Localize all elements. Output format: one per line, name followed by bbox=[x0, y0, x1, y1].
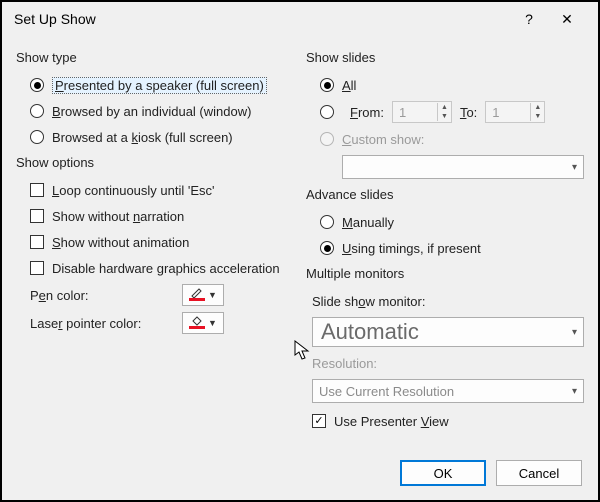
spinner-arrows: ▲▼ bbox=[437, 103, 451, 121]
checkbox-icon bbox=[30, 209, 44, 223]
check-label: Show without animation bbox=[52, 235, 189, 250]
cancel-button[interactable]: Cancel bbox=[496, 460, 582, 486]
radio-icon bbox=[320, 132, 334, 146]
show-type-title: Show type bbox=[16, 50, 294, 65]
radio-icon bbox=[30, 78, 44, 92]
radio-label: All bbox=[342, 78, 356, 93]
from-label: From: bbox=[350, 105, 384, 120]
chevron-down-icon: ▾ bbox=[572, 386, 577, 397]
pen-color-label: Pen color: bbox=[30, 288, 89, 303]
spinner-arrows: ▲▼ bbox=[530, 103, 544, 121]
to-label: To: bbox=[460, 105, 477, 120]
show-slides-title: Show slides bbox=[306, 50, 584, 65]
combo-value: Use Current Resolution bbox=[319, 384, 454, 399]
show-options-title: Show options bbox=[16, 155, 294, 170]
laser-color-label: Laser pointer color: bbox=[30, 316, 141, 331]
to-spinner[interactable]: 1 ▲▼ bbox=[485, 101, 545, 123]
custom-show-label: Custom show: bbox=[342, 132, 424, 147]
ok-button[interactable]: OK bbox=[400, 460, 486, 486]
slide-show-monitor-label: Slide show monitor: bbox=[312, 291, 584, 311]
radio-all-slides[interactable]: All bbox=[320, 75, 584, 95]
bucket-icon bbox=[189, 315, 205, 332]
checkbox-icon bbox=[312, 414, 326, 428]
laser-color-button[interactable]: ▼ bbox=[182, 312, 224, 334]
dialog-title: Set Up Show bbox=[14, 11, 510, 27]
help-button[interactable]: ? bbox=[510, 5, 548, 33]
radio-browsed-individual[interactable]: Browsed by an individual (window) bbox=[30, 101, 294, 121]
combo-value: Automatic bbox=[321, 319, 419, 345]
titlebar: Set Up Show ? ✕ bbox=[2, 2, 598, 36]
radio-presented-speaker[interactable]: Presented by a speaker (full screen) bbox=[30, 75, 294, 95]
pen-icon bbox=[189, 287, 205, 304]
radio-icon bbox=[320, 215, 334, 229]
check-label: Show without narration bbox=[52, 209, 184, 224]
check-without-narration[interactable]: Show without narration bbox=[30, 206, 294, 226]
resolution-label: Resolution: bbox=[312, 353, 584, 373]
radio-icon bbox=[320, 105, 334, 119]
chevron-down-icon: ▼ bbox=[208, 290, 217, 300]
checkbox-icon bbox=[30, 235, 44, 249]
set-up-show-dialog: Set Up Show ? ✕ Show type Presented by a… bbox=[0, 0, 600, 502]
slide-show-monitor-combo[interactable]: Automatic ▾ bbox=[312, 317, 584, 347]
custom-show-combo: ▾ bbox=[342, 155, 584, 179]
pen-color-button[interactable]: ▼ bbox=[182, 284, 224, 306]
from-spinner[interactable]: 1 ▲▼ bbox=[392, 101, 452, 123]
chevron-down-icon: ▾ bbox=[572, 327, 577, 338]
radio-using-timings[interactable]: Using timings, if present bbox=[320, 238, 584, 258]
laser-color-row: Laser pointer color: ▼ bbox=[30, 312, 294, 334]
radio-label: Browsed at a kiosk (full screen) bbox=[52, 130, 233, 145]
radio-custom-show: Custom show: bbox=[320, 129, 584, 149]
left-column: Show type Presented by a speaker (full s… bbox=[16, 42, 294, 437]
radio-icon bbox=[30, 104, 44, 118]
chevron-down-icon: ▾ bbox=[572, 162, 577, 173]
radio-label: Manually bbox=[342, 215, 394, 230]
check-without-animation[interactable]: Show without animation bbox=[30, 232, 294, 252]
checkbox-icon bbox=[30, 183, 44, 197]
radio-label: Browsed by an individual (window) bbox=[52, 104, 251, 119]
advance-slides-title: Advance slides bbox=[306, 187, 584, 202]
check-label: Loop continuously until 'Esc' bbox=[52, 183, 215, 198]
radio-browsed-kiosk[interactable]: Browsed at a kiosk (full screen) bbox=[30, 127, 294, 147]
check-label: Disable hardware graphics acceleration bbox=[52, 261, 280, 276]
radio-icon bbox=[320, 78, 334, 92]
multiple-monitors-title: Multiple monitors bbox=[306, 266, 584, 281]
resolution-combo: Use Current Resolution ▾ bbox=[312, 379, 584, 403]
radio-icon bbox=[30, 130, 44, 144]
radio-icon bbox=[320, 241, 334, 255]
chevron-down-icon: ▼ bbox=[208, 318, 217, 328]
close-button[interactable]: ✕ bbox=[548, 5, 586, 33]
check-loop[interactable]: Loop continuously until 'Esc' bbox=[30, 180, 294, 200]
radio-manually[interactable]: Manually bbox=[320, 212, 584, 232]
radio-from-to[interactable]: From: 1 ▲▼ To: 1 ▲▼ bbox=[320, 101, 584, 123]
to-value: 1 bbox=[486, 105, 530, 120]
check-disable-hw-accel[interactable]: Disable hardware graphics acceleration bbox=[30, 258, 294, 278]
checkbox-icon bbox=[30, 261, 44, 275]
radio-label: Using timings, if present bbox=[342, 241, 481, 256]
pen-color-row: Pen color: ▼ bbox=[30, 284, 294, 306]
from-value: 1 bbox=[393, 105, 437, 120]
right-column: Show slides All From: 1 ▲▼ To: 1 bbox=[306, 42, 584, 437]
dialog-buttons: OK Cancel bbox=[400, 460, 582, 486]
radio-label: Presented by a speaker (full screen) bbox=[52, 77, 267, 94]
dialog-content: Show type Presented by a speaker (full s… bbox=[2, 36, 598, 437]
check-label: Use Presenter View bbox=[334, 414, 449, 429]
check-presenter-view[interactable]: Use Presenter View bbox=[312, 411, 584, 431]
